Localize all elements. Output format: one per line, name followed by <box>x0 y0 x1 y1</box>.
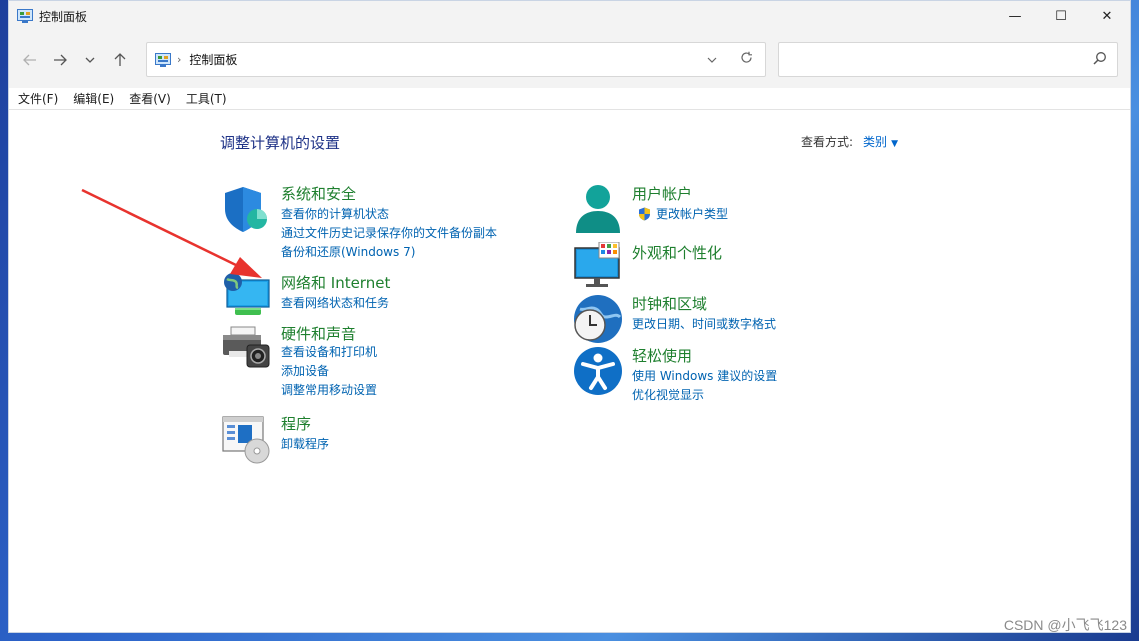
uac-shield-icon <box>639 207 650 221</box>
link-file-history[interactable]: 通过文件历史记录保存你的文件备份副本 <box>281 224 497 241</box>
chevron-down-icon <box>707 57 717 63</box>
category-title[interactable]: 系统和安全 <box>281 183 356 204</box>
up-button[interactable] <box>105 45 135 75</box>
category-title[interactable]: 网络和 Internet <box>281 272 390 293</box>
minimize-icon: — <box>1008 8 1022 24</box>
link-change-date-time[interactable]: 更改日期、时间或数字格式 <box>632 315 776 332</box>
up-arrow-icon <box>114 52 126 66</box>
user-account-icon[interactable] <box>572 183 624 235</box>
view-by-dropdown[interactable]: 类别 <box>863 135 887 149</box>
printer-icon[interactable] <box>221 323 273 375</box>
link-backup-restore[interactable]: 备份和还原(Windows 7) <box>281 243 415 260</box>
title-bar: 控制面板 — ☐ ✕ <box>9 1 1130 31</box>
address-dropdown-button[interactable] <box>707 53 717 66</box>
menu-tools[interactable]: 工具(T) <box>186 90 227 107</box>
refresh-icon <box>741 51 752 63</box>
close-icon: ✕ <box>1101 8 1113 24</box>
link-change-account-type[interactable]: 更改帐户类型 <box>656 205 728 222</box>
link-view-computer-status[interactable]: 查看你的计算机状态 <box>281 205 389 222</box>
control-panel-icon <box>155 52 171 67</box>
recent-locations-button[interactable] <box>75 45 105 75</box>
control-panel-icon <box>17 9 33 23</box>
category-title[interactable]: 程序 <box>281 413 311 434</box>
maximize-icon: ☐ <box>1055 8 1067 24</box>
category-title[interactable]: 外观和个性化 <box>632 242 722 263</box>
minimize-button[interactable]: — <box>992 1 1038 31</box>
menu-file[interactable]: 文件(F) <box>18 90 58 107</box>
link-network-status[interactable]: 查看网络状态和任务 <box>281 294 389 311</box>
menu-view[interactable]: 查看(V) <box>129 90 171 107</box>
category-title[interactable]: 硬件和声音 <box>281 323 356 344</box>
main-content: 调整计算机的设置 查看方式: 类别 ▼ 系统和安全 查看你的计算机状态 通过文件历史… <box>9 110 1130 630</box>
navigation-bar: › 控制面板 <box>9 31 1130 88</box>
forward-arrow-icon <box>54 54 67 65</box>
link-uninstall-program[interactable]: 卸载程序 <box>281 435 329 452</box>
link-add-device[interactable]: 添加设备 <box>281 362 329 379</box>
control-panel-window: 控制面板 — ☐ ✕ › 控制面板 文件(F) 编辑(E) 查看(V) 工具(T… <box>8 0 1131 633</box>
maximize-button[interactable]: ☐ <box>1038 1 1084 31</box>
view-by-label: 查看方式: <box>801 135 854 149</box>
link-mobility-settings[interactable]: 调整常用移动设置 <box>281 381 377 398</box>
watermark: CSDN @小飞飞123 <box>1003 617 1127 633</box>
accessibility-icon[interactable] <box>572 345 624 397</box>
refresh-button[interactable] <box>740 51 753 68</box>
category-title[interactable]: 轻松使用 <box>632 345 692 366</box>
link-recommended-settings[interactable]: 使用 Windows 建议的设置 <box>632 367 777 384</box>
clock-globe-icon[interactable] <box>572 293 624 345</box>
address-bar[interactable]: › 控制面板 <box>146 42 766 77</box>
breadcrumb[interactable]: 控制面板 <box>189 51 237 68</box>
appearance-monitor-icon[interactable] <box>572 242 624 294</box>
chevron-down-icon <box>85 57 95 63</box>
menu-bar: 文件(F) 编辑(E) 查看(V) 工具(T) <box>9 88 1130 110</box>
page-title: 调整计算机的设置 <box>220 134 341 152</box>
search-icon <box>1093 52 1106 65</box>
link-devices-printers[interactable]: 查看设备和打印机 <box>281 343 377 360</box>
window-title: 控制面板 <box>39 9 88 24</box>
view-by: 查看方式: 类别 ▼ <box>801 133 898 150</box>
forward-button[interactable] <box>45 45 75 75</box>
network-globe-icon[interactable] <box>221 272 273 324</box>
menu-edit[interactable]: 编辑(E) <box>73 90 114 107</box>
back-arrow-icon <box>23 54 36 65</box>
search-box[interactable] <box>778 42 1118 77</box>
category-title[interactable]: 时钟和区域 <box>632 293 707 314</box>
caret-down-icon[interactable]: ▼ <box>891 139 898 149</box>
breadcrumb-separator: › <box>177 53 182 66</box>
close-button[interactable]: ✕ <box>1084 1 1130 31</box>
shield-icon[interactable] <box>221 183 273 235</box>
back-button[interactable] <box>15 45 45 75</box>
link-optimize-visual-display[interactable]: 优化视觉显示 <box>632 386 704 403</box>
programs-icon[interactable] <box>221 413 273 465</box>
category-title[interactable]: 用户帐户 <box>632 183 692 204</box>
